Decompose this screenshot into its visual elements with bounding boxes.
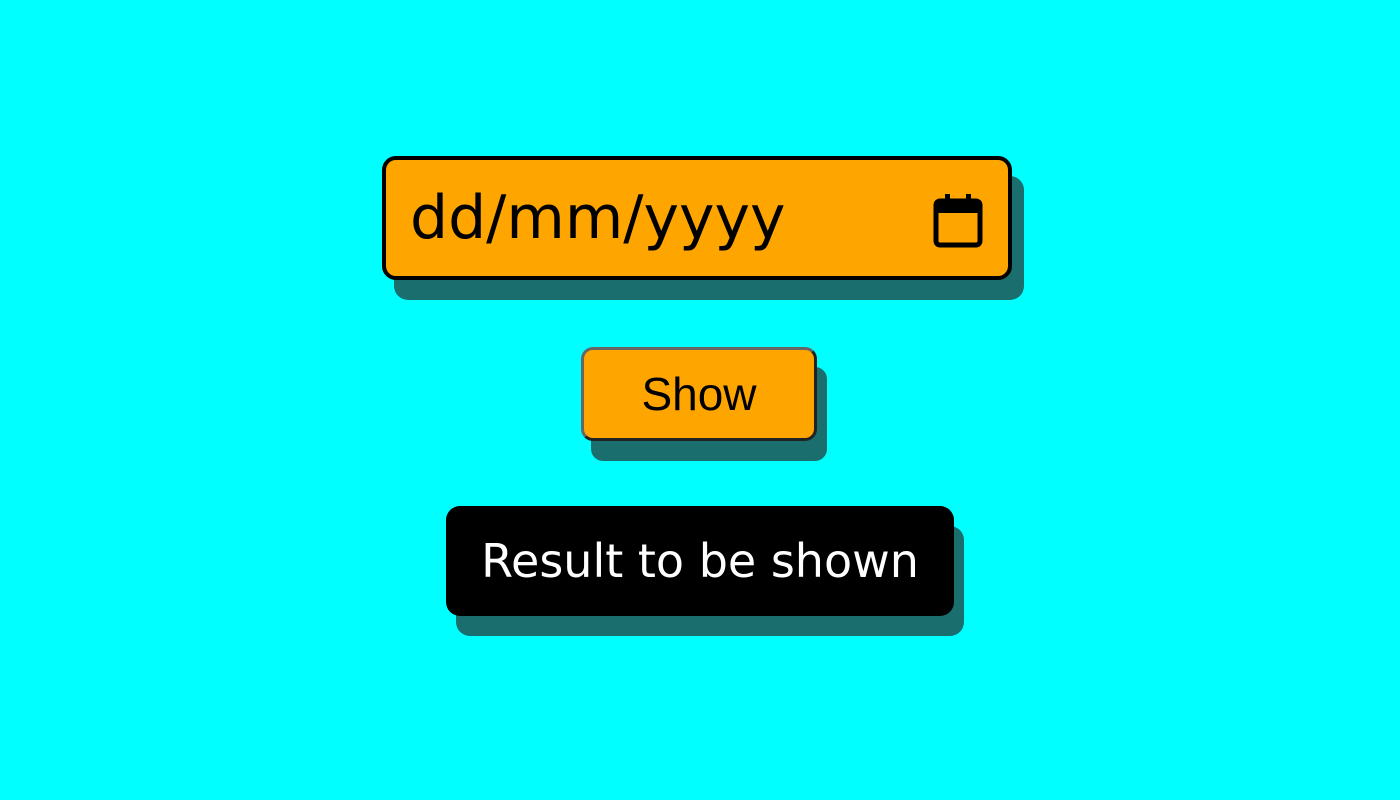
calendar-icon[interactable] <box>932 192 984 250</box>
show-button[interactable]: Show <box>581 347 817 441</box>
page: dd/mm/yyyy Show Result to be shown <box>0 0 1400 800</box>
result-text: Result to be shown <box>481 534 919 588</box>
date-input-placeholder: dd/mm/yyyy <box>410 183 786 253</box>
date-input[interactable]: dd/mm/yyyy <box>382 156 1012 280</box>
result-display: Result to be shown <box>446 506 954 616</box>
